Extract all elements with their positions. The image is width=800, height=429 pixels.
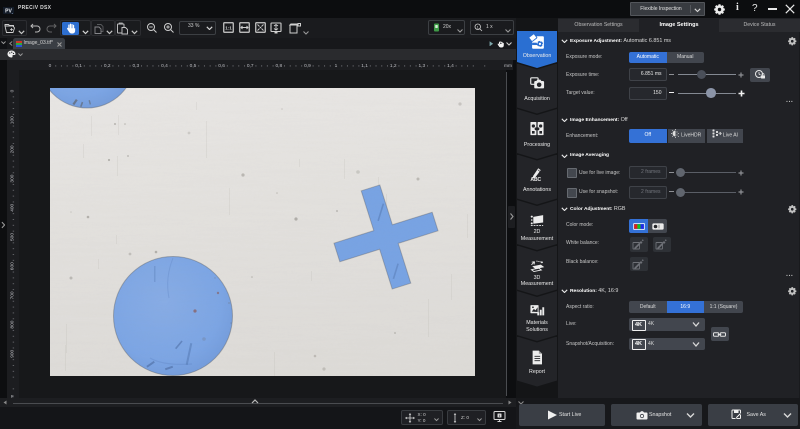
svg-text:300: 300 (10, 174, 16, 182)
svg-text:0,9: 0,9 (304, 63, 311, 69)
svg-text:mm: mm (504, 64, 512, 69)
svg-text:0,6: 0,6 (218, 63, 225, 69)
svg-text:1,3: 1,3 (418, 63, 425, 69)
svg-text:1,4: 1,4 (447, 63, 454, 69)
svg-text:0,8: 0,8 (275, 63, 282, 69)
svg-text:0,4: 0,4 (161, 63, 168, 69)
svg-text:i: i (499, 414, 500, 418)
svg-text:1:1: 1:1 (225, 26, 232, 31)
svg-text:600: 600 (10, 261, 16, 269)
svg-text:ABC: ABC (530, 176, 541, 181)
svg-text:1: 1 (477, 24, 480, 29)
svg-text:0: 0 (10, 89, 16, 92)
svg-text:0,3: 0,3 (132, 63, 139, 69)
svg-text:700: 700 (10, 291, 16, 299)
svg-text:400: 400 (10, 203, 16, 211)
svg-text:1,2: 1,2 (390, 63, 397, 69)
svg-text:0,2: 0,2 (104, 63, 111, 69)
svg-text:0,7: 0,7 (247, 63, 254, 69)
svg-text:0: 0 (49, 63, 52, 69)
svg-text:1,1: 1,1 (361, 63, 368, 69)
svg-text:0,1: 0,1 (75, 63, 82, 69)
svg-text:0,5: 0,5 (190, 63, 197, 69)
svg-text:200: 200 (10, 145, 16, 153)
svg-text:100: 100 (10, 115, 16, 123)
svg-text:500: 500 (10, 232, 16, 240)
svg-text:1: 1 (335, 63, 338, 69)
svg-text:800: 800 (10, 320, 16, 328)
svg-text:PV: PV (5, 9, 12, 15)
svg-text:900: 900 (10, 349, 16, 357)
